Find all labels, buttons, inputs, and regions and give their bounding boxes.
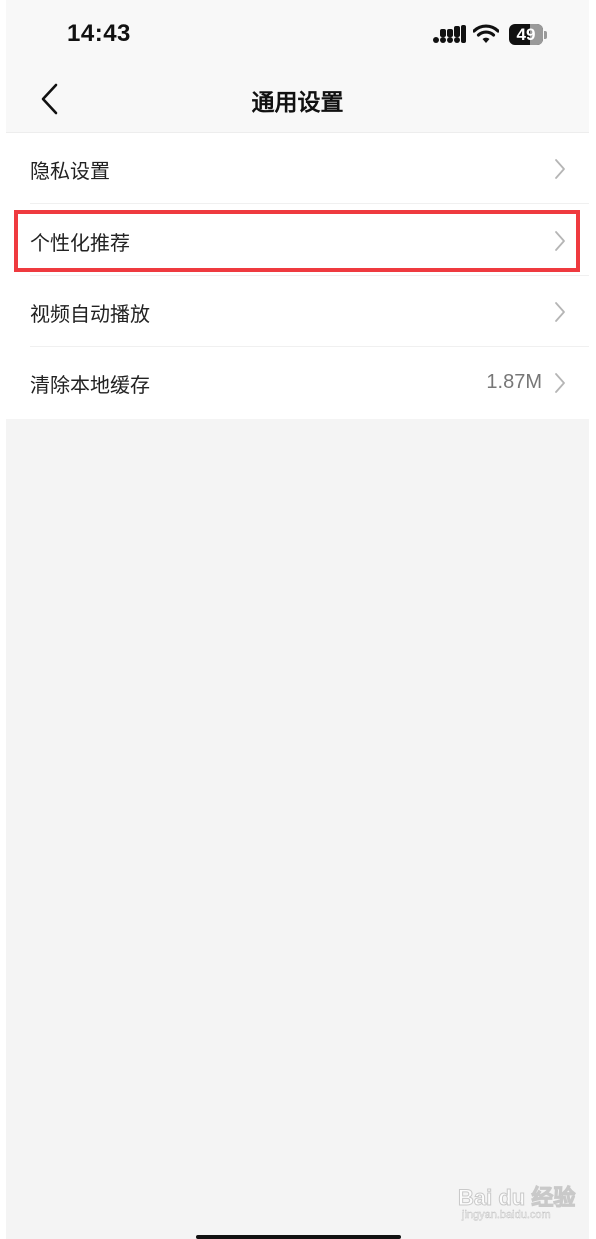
watermark-logo: Bai du 经验 jingyan.baidu.com — [457, 1174, 578, 1226]
settings-item-video-autoplay[interactable]: 视频自动播放 — [6, 276, 589, 347]
settings-item-label: 视频自动播放 — [30, 302, 150, 326]
watermark-url: jingyan.baidu.com — [462, 1209, 551, 1221]
highlight-annotation-box — [14, 210, 580, 272]
battery-percent: 49 — [516, 25, 536, 44]
battery-icon: 49 — [509, 24, 543, 45]
settings-item-label: 隐私设置 — [30, 159, 110, 183]
chevron-right-icon — [555, 302, 565, 322]
settings-item-privacy[interactable]: 隐私设置 — [6, 133, 589, 204]
home-indicator[interactable] — [196, 1235, 401, 1239]
chevron-right-icon — [555, 373, 565, 393]
navigation-bar: 通用设置 — [6, 64, 589, 133]
status-bar: 14:43 49 — [6, 0, 589, 64]
chevron-right-icon — [555, 159, 565, 179]
settings-item-label: 清除本地缓存 — [30, 373, 150, 397]
settings-list: 隐私设置 个性化推荐 视频自动播放 清除本地缓存 1.87M — [6, 133, 589, 419]
cache-size-value: 1.87M — [486, 371, 542, 393]
settings-item-clear-cache[interactable]: 清除本地缓存 1.87M — [6, 347, 589, 418]
watermark-brand: Bai du 经验 — [457, 1185, 576, 1211]
status-time: 14:43 — [67, 20, 131, 47]
settings-screen: 14:43 49 通用设置 隐私设置 个性化推荐 视频自动播放 清除本地缓存 1… — [6, 0, 589, 1239]
page-title: 通用设置 — [251, 90, 344, 116]
cellular-signal-icon — [433, 25, 466, 43]
wifi-icon — [473, 24, 499, 43]
